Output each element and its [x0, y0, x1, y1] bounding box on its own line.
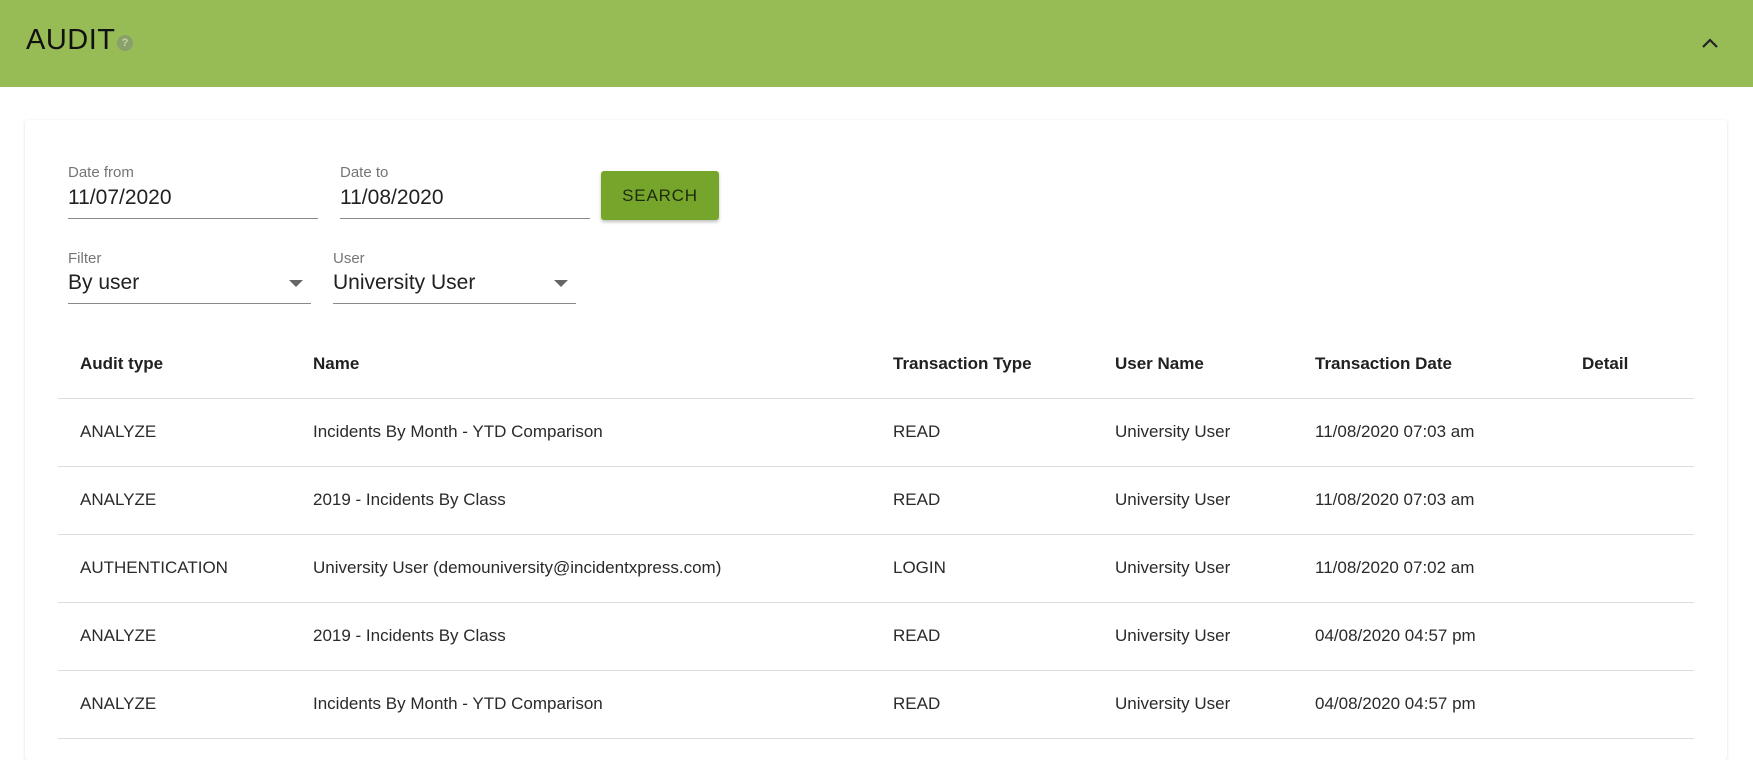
cell-user-name: University User: [1093, 534, 1293, 603]
user-value: University User: [333, 271, 476, 294]
cell-name: Incidents By Month - YTD Comparison: [291, 398, 871, 467]
cell-name: 2019 - Incidents By Class: [291, 602, 871, 671]
cell-detail: [1560, 534, 1694, 603]
filter-select[interactable]: By user: [68, 267, 311, 304]
column-header-audit-type[interactable]: Audit type: [58, 330, 291, 399]
cell-transaction-date: 04/08/2020 04:57 pm: [1293, 602, 1560, 671]
cell-detail: [1560, 602, 1694, 671]
date-to-label: Date to: [340, 164, 389, 181]
collapse-button[interactable]: [1694, 27, 1726, 59]
column-header-transaction-type[interactable]: Transaction Type: [871, 330, 1093, 399]
cell-transaction-type: READ: [871, 602, 1093, 671]
table-row[interactable]: ANALYZE 2019 - Incidents By Class READ U…: [58, 602, 1694, 671]
date-from-field: Date from: [68, 164, 318, 219]
column-header-name[interactable]: Name: [291, 330, 871, 399]
table-row[interactable]: ANALYZE Incidents By Month - YTD Compari…: [58, 398, 1694, 467]
filter-value: By user: [68, 271, 140, 294]
cell-detail: [1560, 670, 1694, 739]
table-row[interactable]: ANALYZE 2019 - Incidents By Class READ U…: [58, 466, 1694, 535]
cell-user-name: University User: [1093, 670, 1293, 739]
cell-name: University User (demouniversity@incident…: [291, 534, 871, 603]
user-select[interactable]: University User: [333, 267, 576, 304]
cell-transaction-date: 11/08/2020 07:03 am: [1293, 466, 1560, 535]
audit-table: Audit type Name Transaction Type User Na…: [58, 330, 1694, 739]
dropdown-arrow-icon: [289, 279, 303, 287]
cell-user-name: University User: [1093, 602, 1293, 671]
dropdown-arrow-icon: [554, 279, 568, 287]
date-from-input[interactable]: [68, 181, 318, 219]
cell-audit-type: ANALYZE: [58, 466, 291, 535]
cell-transaction-date: 04/08/2020 04:57 pm: [1293, 670, 1560, 739]
cell-transaction-type: READ: [871, 670, 1093, 739]
help-circle-icon[interactable]: ?: [117, 35, 133, 51]
table-row[interactable]: ANALYZE Incidents By Month - YTD Compari…: [58, 670, 1694, 739]
cell-audit-type: ANALYZE: [58, 602, 291, 671]
audit-header: AUDIT ?: [0, 0, 1753, 87]
cell-name: Incidents By Month - YTD Comparison: [291, 670, 871, 739]
filter-label: Filter: [68, 250, 102, 267]
date-from-label: Date from: [68, 164, 134, 181]
filter-field: Filter By user: [68, 250, 311, 304]
column-header-detail[interactable]: Detail: [1560, 330, 1694, 399]
table-row[interactable]: AUTHENTICATION University User (demouniv…: [58, 534, 1694, 603]
search-button[interactable]: SEARCH: [601, 171, 719, 220]
cell-transaction-type: LOGIN: [871, 534, 1093, 603]
date-to-input[interactable]: [340, 181, 590, 219]
cell-audit-type: ANALYZE: [58, 670, 291, 739]
cell-user-name: University User: [1093, 466, 1293, 535]
cell-audit-type: ANALYZE: [58, 398, 291, 467]
column-header-user-name[interactable]: User Name: [1093, 330, 1293, 399]
cell-transaction-type: READ: [871, 466, 1093, 535]
cell-detail: [1560, 466, 1694, 535]
cell-transaction-date: 11/08/2020 07:03 am: [1293, 398, 1560, 467]
user-field: User University User: [333, 250, 576, 304]
date-to-field: Date to: [340, 164, 590, 219]
cell-detail: [1560, 398, 1694, 467]
table-header-row: Audit type Name Transaction Type User Na…: [58, 330, 1694, 399]
cell-transaction-type: READ: [871, 398, 1093, 467]
cell-user-name: University User: [1093, 398, 1293, 467]
chevron-up-icon: [1702, 38, 1718, 48]
cell-audit-type: AUTHENTICATION: [58, 534, 291, 603]
page-title: AUDIT: [26, 24, 116, 56]
cell-transaction-date: 11/08/2020 07:02 am: [1293, 534, 1560, 603]
user-label: User: [333, 250, 365, 267]
column-header-transaction-date[interactable]: Transaction Date: [1293, 330, 1560, 399]
cell-name: 2019 - Incidents By Class: [291, 466, 871, 535]
